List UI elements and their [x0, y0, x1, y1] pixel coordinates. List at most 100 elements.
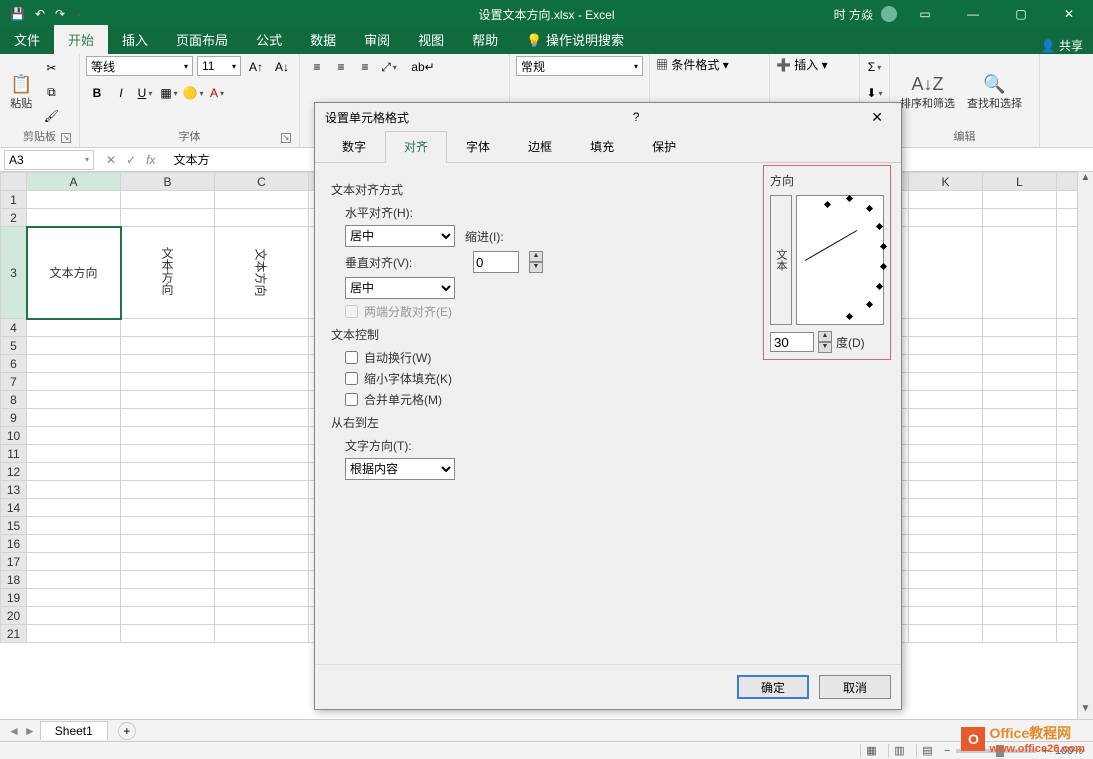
paste-button[interactable]: 📋 粘贴 [6, 72, 36, 113]
tab-review[interactable]: 审阅 [350, 25, 404, 54]
tab-home[interactable]: 开始 [54, 25, 108, 54]
dialog-tab-align[interactable]: 对齐 [385, 131, 447, 163]
page-break-view-icon[interactable]: ▤ [916, 744, 938, 758]
maximize-icon[interactable]: ▢ [1001, 0, 1041, 28]
font-name-combo[interactable]: 等线▾ [86, 56, 193, 76]
cancel-button[interactable]: 取消 [819, 675, 891, 699]
tab-view[interactable]: 视图 [404, 25, 458, 54]
orientation-dial[interactable] [796, 195, 884, 325]
ribbon-options-icon[interactable]: ▭ [905, 0, 945, 28]
sort-filter-button[interactable]: A↓Z排序和筛选 [896, 72, 959, 113]
tab-data[interactable]: 数据 [296, 25, 350, 54]
insert-cells-button[interactable]: ➕ 插入 ▾ [776, 56, 828, 73]
redo-icon[interactable]: ↷ [55, 7, 65, 21]
orientation-icon[interactable]: ⤢ [378, 56, 400, 78]
col-header[interactable]: B [121, 173, 215, 191]
fill-color-icon[interactable]: 🟡 [182, 82, 204, 104]
clipboard-launcher[interactable]: ↘ [61, 133, 71, 143]
page-layout-view-icon[interactable]: ▥ [888, 744, 910, 758]
degree-down-icon[interactable]: ▼ [818, 342, 832, 353]
col-header[interactable]: K [909, 173, 983, 191]
wrap-text-icon[interactable]: ab↵ [412, 56, 434, 78]
align-top-icon[interactable]: ≡ [306, 56, 328, 78]
tab-layout[interactable]: 页面布局 [162, 25, 242, 54]
normal-view-icon[interactable]: ▦ [860, 744, 882, 758]
merge-cells-checkbox[interactable] [345, 393, 358, 406]
minimize-icon[interactable]: — [953, 0, 993, 28]
orientation-vertical-button[interactable]: 文本 [770, 195, 792, 325]
align-middle-icon[interactable]: ≡ [330, 56, 352, 78]
number-format-combo[interactable]: 常规▾ [516, 56, 643, 76]
decrease-font-icon[interactable]: A↓ [271, 56, 293, 78]
save-icon[interactable]: 💾 [10, 7, 25, 21]
copy-icon[interactable]: ⧉ [40, 81, 62, 103]
degree-up-icon[interactable]: ▲ [818, 331, 832, 342]
wrap-text-checkbox[interactable] [345, 351, 358, 364]
undo-icon[interactable]: ↶ [35, 7, 45, 21]
add-sheet-button[interactable]: + [118, 722, 136, 740]
indent-spinner[interactable] [473, 251, 519, 273]
row-header[interactable]: 2 [1, 209, 27, 227]
align-bottom-icon[interactable]: ≡ [354, 56, 376, 78]
indent-up-icon[interactable]: ▲ [529, 251, 543, 262]
font-color-icon[interactable]: A [206, 82, 228, 104]
dialog-tab-fill[interactable]: 填充 [571, 131, 633, 162]
indent-down-icon[interactable]: ▼ [529, 262, 543, 273]
h-align-select[interactable]: 居中 [345, 225, 455, 247]
avatar[interactable] [881, 6, 897, 22]
vertical-scrollbar[interactable]: ▲ ▼ [1077, 172, 1093, 719]
share-button[interactable]: 👤 共享 [1041, 37, 1083, 54]
col-header[interactable]: C [215, 173, 309, 191]
cell-A3[interactable]: 文本方向 [27, 227, 121, 319]
dialog-tab-border[interactable]: 边框 [509, 131, 571, 162]
v-align-select[interactable]: 居中 [345, 277, 455, 299]
sheet-nav-prev-icon[interactable]: ◄ [8, 724, 20, 738]
enter-formula-icon[interactable]: ✓ [126, 153, 136, 167]
cut-icon[interactable]: ✂ [40, 57, 62, 79]
cell-B3[interactable]: 文本方向 [121, 227, 215, 319]
shrink-fit-checkbox[interactable] [345, 372, 358, 385]
row-header[interactable]: 1 [1, 191, 27, 209]
find-select-button[interactable]: 🔍查找和选择 [963, 72, 1026, 113]
conditional-format-button[interactable]: ▦ 条件格式 ▾ [656, 56, 729, 73]
font-launcher[interactable]: ↘ [281, 133, 291, 143]
row-header[interactable]: 3 [1, 227, 27, 319]
bold-icon[interactable]: B [86, 82, 108, 104]
cancel-formula-icon[interactable]: ✕ [106, 153, 116, 167]
fill-icon[interactable]: ⬇ [864, 82, 886, 104]
increase-font-icon[interactable]: A↑ [245, 56, 267, 78]
ok-button[interactable]: 确定 [737, 675, 809, 699]
title-bar: 💾 ↶ ↷ 设置文本方向.xlsx - Excel 时 方焱 ▭ — ▢ ✕ [0, 0, 1093, 28]
zoom-out-icon[interactable]: − [944, 745, 950, 757]
underline-icon[interactable]: U [134, 82, 156, 104]
tab-help[interactable]: 帮助 [458, 25, 512, 54]
text-direction-select[interactable]: 根据内容 [345, 458, 455, 480]
autosum-icon[interactable]: Σ [864, 56, 886, 78]
tellme[interactable]: 💡 操作说明搜索 [512, 25, 638, 54]
format-cells-dialog: 设置单元格格式 ? ✕ 数字 对齐 字体 边框 填充 保护 文本对齐方式 水平对… [314, 102, 902, 710]
dialog-tab-font[interactable]: 字体 [447, 131, 509, 162]
office-logo-icon: O [961, 727, 985, 751]
dialog-close-icon[interactable]: ✕ [863, 105, 891, 130]
dialog-tab-number[interactable]: 数字 [323, 131, 385, 162]
name-box[interactable]: A3▾ [4, 150, 94, 170]
select-all-corner[interactable] [1, 173, 27, 191]
tab-formulas[interactable]: 公式 [242, 25, 296, 54]
cell-C3[interactable]: 文本方向 [215, 227, 309, 319]
sheet-nav-next-icon[interactable]: ► [24, 724, 36, 738]
tab-insert[interactable]: 插入 [108, 25, 162, 54]
dialog-tab-protect[interactable]: 保护 [633, 131, 695, 162]
sheet-tab[interactable]: Sheet1 [40, 721, 108, 740]
orientation-degree-input[interactable] [770, 332, 814, 352]
col-header[interactable]: L [983, 173, 1057, 191]
tab-file[interactable]: 文件 [0, 25, 54, 54]
dialog-help-icon[interactable]: ? [625, 106, 648, 128]
qat-customize-icon[interactable] [75, 7, 81, 21]
format-painter-icon[interactable]: 🖌 [40, 105, 62, 127]
font-size-combo[interactable]: 11▾ [197, 56, 241, 76]
italic-icon[interactable]: I [110, 82, 132, 104]
close-icon[interactable]: ✕ [1049, 0, 1089, 28]
border-icon[interactable]: ▦ [158, 82, 180, 104]
col-header[interactable]: A [27, 173, 121, 191]
fx-icon[interactable]: fx [146, 153, 155, 167]
